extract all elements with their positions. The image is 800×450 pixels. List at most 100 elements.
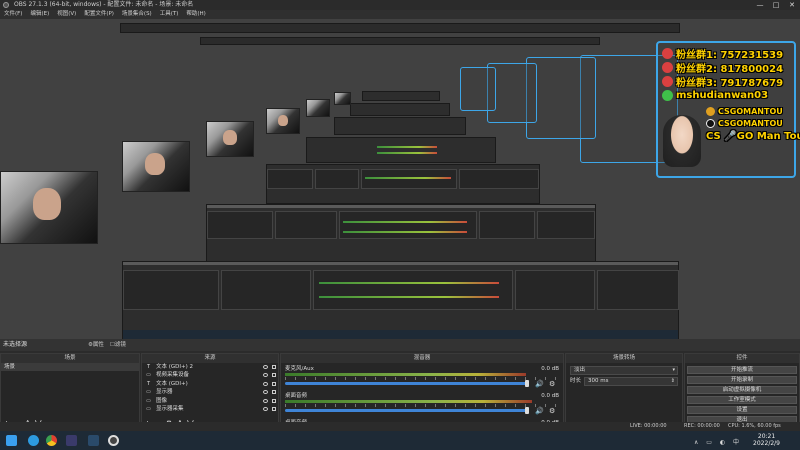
mixer-channel-desktop: 桌面音频 0.0 dB 🔊 ⚙ [285, 392, 559, 418]
mixer-dock-title: 混音器 [281, 354, 563, 363]
level-meter [285, 373, 527, 376]
nested-capture-4 [306, 137, 496, 163]
lock-icon[interactable] [272, 373, 276, 378]
clock-time: 20:21 [757, 433, 776, 440]
edge-browser-icon[interactable] [28, 435, 39, 446]
settings-button[interactable]: 设置 [687, 406, 797, 414]
app-icon[interactable] [66, 435, 77, 446]
obs-taskbar-icon[interactable] [108, 435, 119, 446]
obs-app-icon [3, 2, 9, 8]
channel-name: 麦克风/Aux [285, 366, 314, 372]
rec-status: REC: 00:00:00 [684, 423, 720, 429]
sources-dock: 来源 T 文本 (GDI+) 2 ▭ 视频采集设备 T 文本 (GDI+) ▭ 显示器 … [141, 353, 279, 431]
lock-icon[interactable] [272, 398, 276, 403]
mixer-dock: 混音器 麦克风/Aux 0.0 dB 🔊 ⚙ 桌面音频 0.0 dB 🔊 ⚙ 桌… [280, 353, 564, 431]
nested-capture-5 [334, 117, 466, 135]
display-icon: ▭ [146, 389, 151, 396]
source-item[interactable]: ▭ 图像 [142, 397, 278, 405]
chrome-icon[interactable] [46, 435, 57, 446]
start-virtual-camera-button[interactable]: 启动虚拟摄像机 [687, 386, 797, 394]
controls-dock: 控件 开始推流 开始录制 启动虚拟摄像机 工作室模式 设置 退出 [684, 353, 800, 431]
scenes-dock-title: 场景 [1, 354, 139, 363]
transition-select[interactable]: 淡出 ▾ [570, 366, 678, 375]
monitor-capture-icon: ▭ [146, 405, 151, 412]
speaker-icon[interactable]: 🔊 [535, 380, 544, 388]
status-bar: LIVE: 00:00:00 REC: 00:00:00 CPU: 1.6%, … [0, 422, 800, 431]
start-streaming-button[interactable]: 开始推流 [687, 366, 797, 374]
duration-label: 时长 [570, 378, 582, 384]
visibility-eye-icon[interactable] [263, 398, 268, 403]
video-capture-icon: ▭ [146, 372, 151, 379]
lock-icon[interactable] [272, 365, 276, 369]
dropdown-icon: ▾ [672, 367, 675, 373]
nested-capture-2 [206, 204, 596, 262]
visibility-eye-icon[interactable] [263, 406, 268, 411]
spinner-icon[interactable]: ⇕ [671, 378, 675, 385]
fans-group-icon [662, 61, 673, 73]
visibility-eye-icon[interactable] [263, 373, 268, 378]
live-status: LIVE: 00:00:00 [630, 423, 667, 429]
close-button[interactable]: ✕ [784, 0, 800, 10]
webcam-capture-2 [122, 141, 190, 192]
meter-ticks [285, 404, 559, 407]
duration-input[interactable]: 300 ms ⇕ [584, 377, 678, 386]
overlay-social-tiktok: CSGOMANTOU [706, 117, 790, 129]
gear-icon[interactable]: ⚙ [549, 380, 555, 388]
windows-start-icon[interactable] [6, 435, 17, 446]
volume-fader[interactable] [285, 382, 527, 385]
overlay-line-1: 粉丝群1: 757231539 [662, 46, 790, 61]
lock-icon[interactable] [272, 390, 276, 395]
menu-edit[interactable]: 编辑(E) [26, 10, 53, 19]
mixer-channel-mic: 麦克风/Aux 0.0 dB 🔊 ⚙ [285, 365, 559, 391]
windows-taskbar: ∧ ▭ ◐ 中 20:21 2022/2/9 [0, 431, 800, 450]
source-item[interactable]: ▭ 显示器 [142, 388, 278, 396]
nested-capture-3 [266, 164, 540, 204]
scene-item[interactable]: 场景 [1, 363, 139, 371]
volume-fader[interactable] [285, 409, 527, 412]
source-toolbar: 未选择源 ⚙属性 ☐滤镜 [0, 339, 800, 351]
sources-dock-title: 来源 [142, 354, 278, 363]
menu-scene-collection[interactable]: 场景集合(S) [118, 10, 156, 19]
lock-icon[interactable] [272, 381, 276, 386]
wechat-icon [662, 89, 673, 101]
filters-button[interactable]: ☐滤镜 [110, 341, 126, 349]
studio-mode-button[interactable]: 工作室模式 [687, 396, 797, 404]
taskbar-clock[interactable]: 20:21 2022/2/9 [753, 433, 780, 447]
steam-icon[interactable] [88, 435, 99, 446]
tiktok-icon [706, 118, 715, 128]
visibility-eye-icon[interactable] [263, 390, 268, 395]
menu-profile[interactable]: 配置文件(P) [80, 10, 118, 19]
menu-help[interactable]: 帮助(H) [182, 10, 209, 19]
speaker-icon[interactable]: 🔊 [535, 407, 544, 415]
menu-view[interactable]: 视图(V) [53, 10, 80, 19]
source-item[interactable]: ▭ 视频采集设备 [142, 371, 278, 379]
source-item[interactable]: T 文本 (GDI+) 2 [142, 363, 278, 371]
clock-date: 2022/2/9 [753, 440, 780, 447]
fans-group-icon [662, 47, 673, 59]
overlay-line-3: 粉丝群3: 791787679 [662, 74, 790, 89]
minimize-button[interactable]: — [752, 0, 768, 10]
window-titlebar: OBS 27.1.3 (64-bit, windows) - 配置文件: 未命名… [0, 0, 800, 10]
webcam-capture-3 [206, 121, 254, 157]
menu-file[interactable]: 文件(F) [0, 10, 26, 19]
fader-knob[interactable] [525, 380, 529, 387]
menu-tools[interactable]: 工具(T) [156, 10, 183, 19]
start-recording-button[interactable]: 开始录制 [687, 376, 797, 384]
dock-area: 未选择源 ⚙属性 ☐滤镜 场景 场景 + − ⋀ ⋁ 来源 T文本 (GDI+)… [0, 339, 800, 431]
weibo-icon [706, 106, 715, 116]
visibility-eye-icon[interactable] [263, 381, 268, 386]
overlay-line-4: mshudianwan03 [662, 88, 790, 102]
nested-capture-6 [350, 103, 450, 116]
fader-knob[interactable] [525, 407, 529, 414]
system-tray-icons[interactable]: ∧ ▭ ◐ 中 [694, 437, 742, 446]
maximize-button[interactable]: □ [768, 0, 784, 10]
webcam-capture-5 [306, 99, 330, 117]
source-item[interactable]: T 文本 (GDI+) [142, 380, 278, 388]
gear-icon[interactable]: ⚙ [549, 407, 555, 415]
no-source-label: 未选择源 [3, 341, 28, 348]
source-item[interactable]: ▭ 显示器采集 [142, 405, 278, 413]
properties-button[interactable]: ⚙属性 [88, 341, 104, 349]
image-icon: ▭ [146, 397, 151, 404]
lock-icon[interactable] [272, 406, 276, 411]
visibility-eye-icon[interactable] [263, 365, 268, 369]
